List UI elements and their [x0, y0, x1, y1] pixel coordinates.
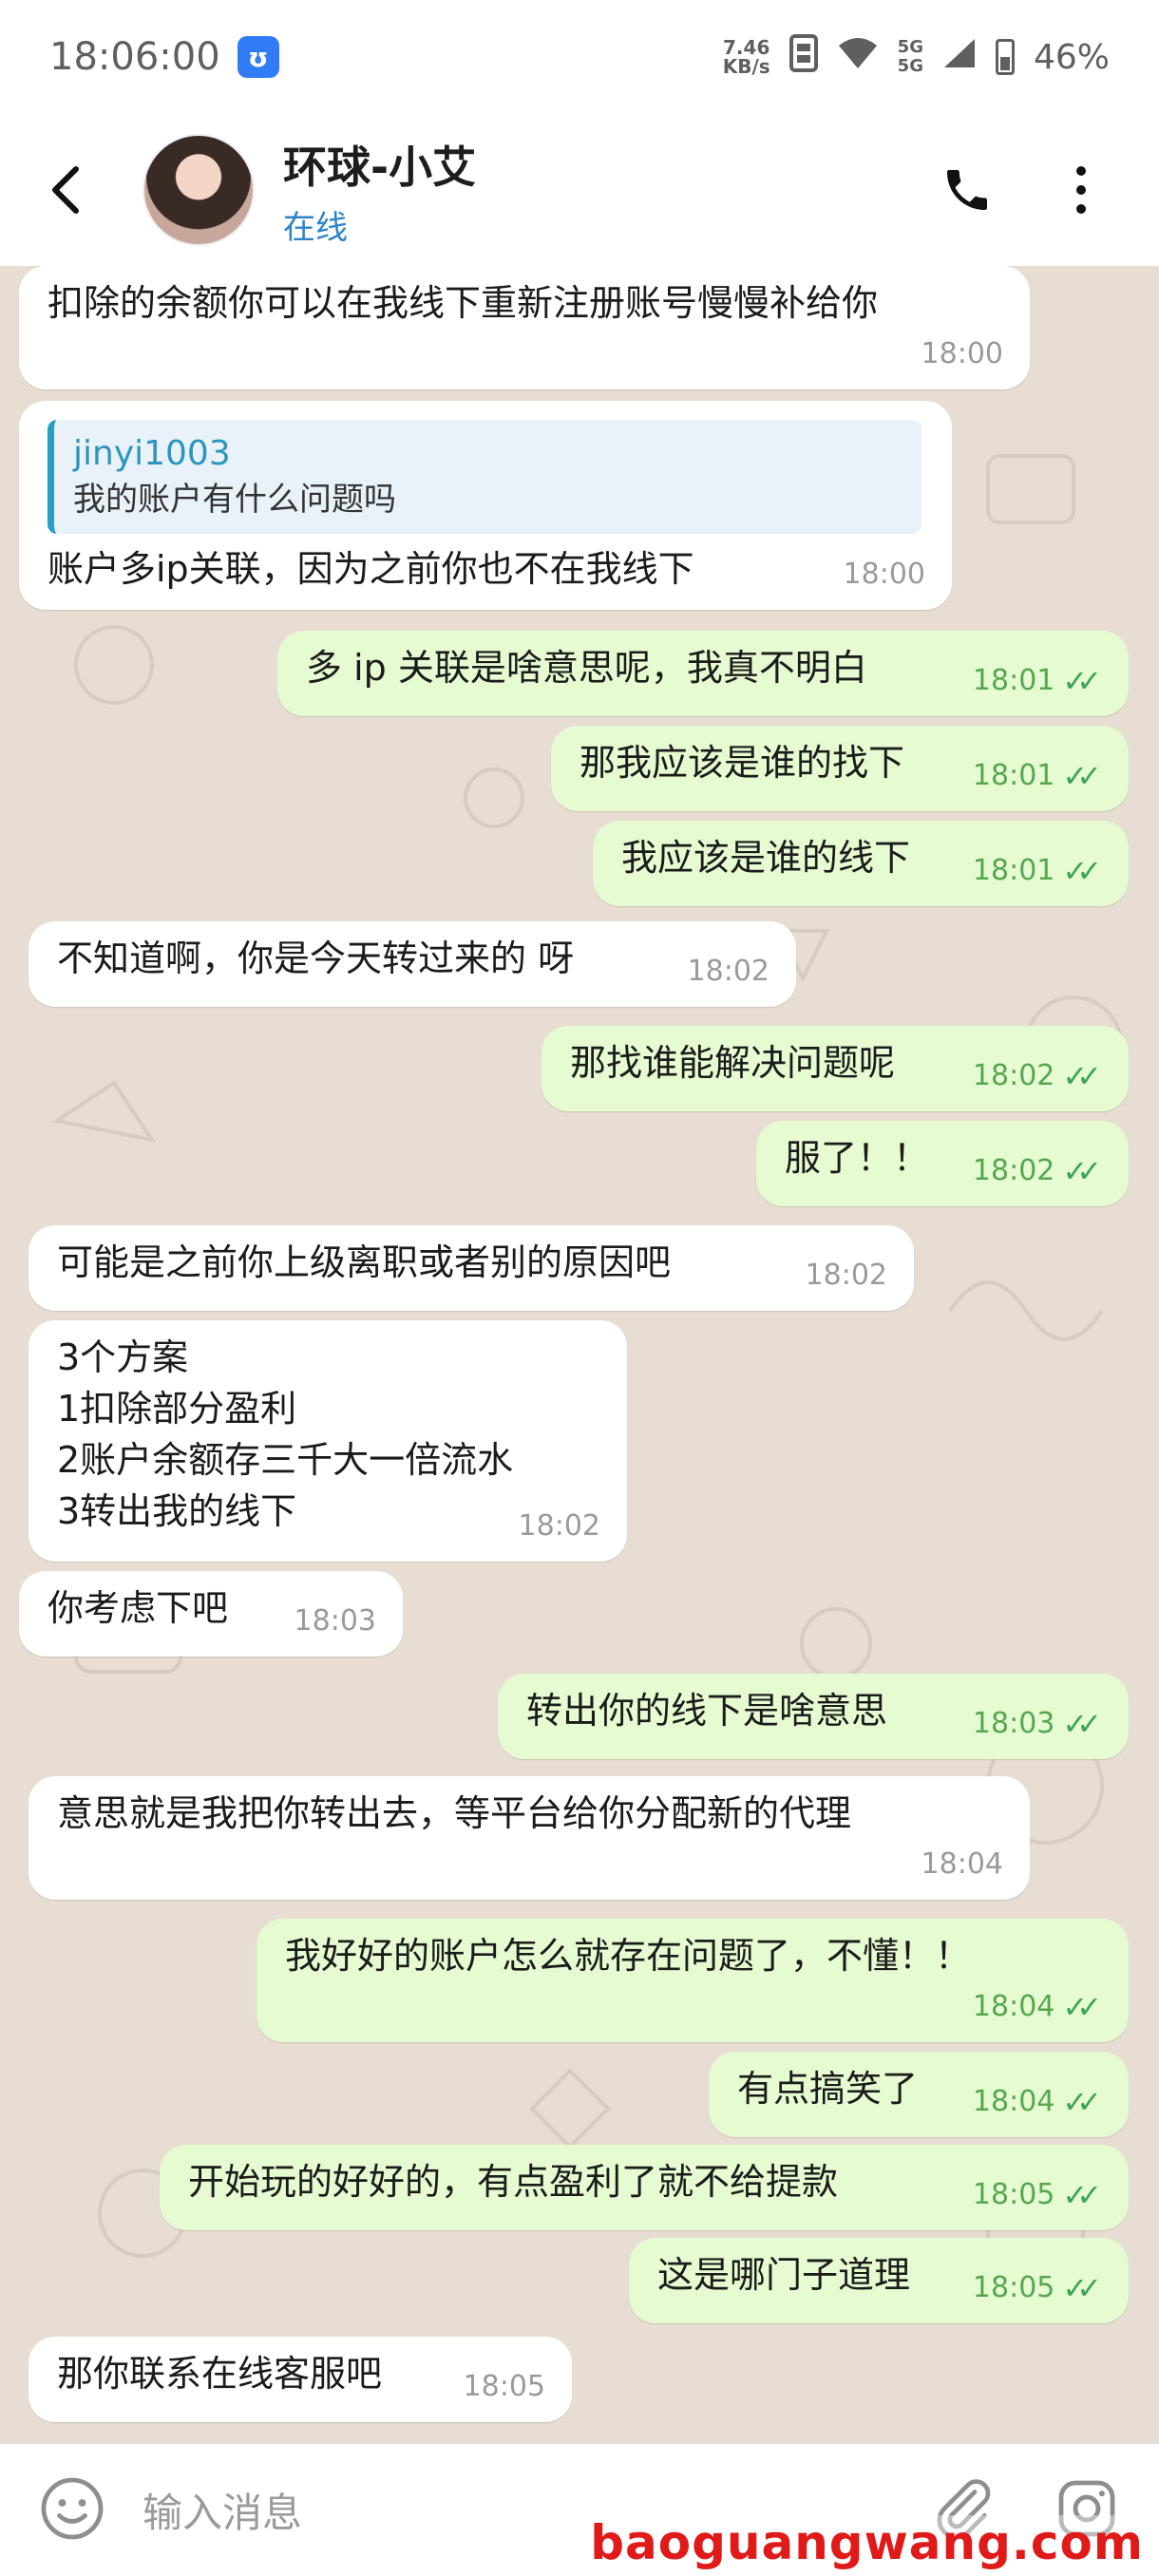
message-outgoing[interactable]: 那我应该是谁的找下 18:01 ✓✓: [551, 726, 1129, 811]
message-time: 18:02: [805, 1259, 887, 1292]
message-text: 我好好的账户怎么就存在问题了，不懂！！: [285, 1935, 972, 1977]
network-speed: 7.46 KB/s: [723, 38, 770, 76]
input-bar: 输入消息 baoguangwang.com: [0, 2443, 1159, 2576]
message-text: 可能是之前你上级离职或者别的原因吧: [57, 1241, 672, 1283]
message-incoming[interactable]: 意思就是我把你转出去，等平台给你分配新的代理 18:04: [28, 1776, 1030, 1900]
network-b: 5G: [897, 56, 923, 76]
message-time: 18:01: [972, 664, 1055, 697]
message-text: 不知道啊，你是今天转过来的 呀: [57, 938, 575, 979]
app-notification-icon: ʊ: [237, 36, 279, 78]
message-time: 18:03: [294, 1604, 376, 1638]
double-check-icon: ✓✓: [1062, 2084, 1102, 2120]
message-outgoing[interactable]: 这是哪门子道理 18:05 ✓✓: [629, 2238, 1129, 2323]
signal-icon: [942, 37, 977, 78]
message-time: 18:01: [972, 854, 1055, 887]
message-outgoing[interactable]: 那找谁能解决问题呢 18:02 ✓✓: [542, 1026, 1129, 1111]
message-outgoing[interactable]: 转出你的线下是啥意思 18:03 ✓✓: [498, 1674, 1129, 1759]
contact-info[interactable]: 环球-小艾 在线: [283, 133, 476, 248]
message-incoming[interactable]: 可能是之前你上级离职或者别的原因吧 18:02: [28, 1225, 914, 1311]
double-check-icon: ✓✓: [1062, 2270, 1102, 2306]
watermark: baoguangwang.com: [590, 2515, 1144, 2570]
double-check-icon: ✓✓: [1062, 1989, 1102, 2025]
quoted-text: 我的账户有什么问题吗: [73, 481, 396, 519]
message-time: 18:02: [972, 1059, 1055, 1092]
network-a: 5G: [897, 37, 923, 57]
double-check-icon: ✓✓: [1062, 2177, 1102, 2213]
contact-status: 在线: [283, 208, 348, 247]
double-check-icon: ✓✓: [1062, 1706, 1102, 1742]
message-time: 18:04: [972, 2085, 1055, 2118]
battery-percent: 46%: [1033, 37, 1110, 77]
message-incoming[interactable]: 不知道啊，你是今天转过来的 呀 18:02: [28, 921, 796, 1007]
message-incoming[interactable]: 你考虑下吧 18:03: [19, 1571, 403, 1657]
message-incoming[interactable]: 3个方案 1扣除部分盈利 2账户余额存三千大一倍流水 3转出我的线下 18:02: [28, 1320, 627, 1562]
message-list[interactable]: 扣除的余额你可以在我线下重新注册账号慢慢补给你 18:00 jinyi1003 …: [0, 266, 1159, 2443]
contact-name: 环球-小艾: [283, 141, 477, 193]
avatar[interactable]: [142, 134, 255, 246]
double-check-icon: ✓✓: [1062, 853, 1102, 889]
message-outgoing[interactable]: 多 ip 关联是啥意思呢，我真不明白 18:01 ✓✓: [277, 631, 1129, 716]
message-incoming[interactable]: 那你联系在线客服吧 18:05: [28, 2337, 572, 2422]
message-text: 扣除的余额你可以在我线下重新注册账号慢慢补给你: [48, 282, 879, 324]
message-time: 18:02: [518, 1509, 600, 1543]
message-outgoing[interactable]: 我应该是谁的线下 18:01 ✓✓: [593, 821, 1129, 906]
message-time: 18:02: [972, 1154, 1055, 1187]
message-time: 18:00: [921, 337, 1003, 370]
message-outgoing[interactable]: 我好好的账户怎么就存在问题了，不懂！！ 18:04 ✓✓: [256, 1919, 1129, 2042]
message-time: 18:05: [463, 2370, 545, 2403]
message-time: 18:00: [843, 558, 925, 591]
message-time: 18:05: [972, 2271, 1055, 2304]
chat-header: 环球-小艾 在线: [0, 114, 1159, 266]
emoji-icon[interactable]: [38, 2474, 106, 2547]
message-time: 18:04: [972, 1990, 1055, 2023]
double-check-icon: ✓✓: [1062, 758, 1102, 794]
message-time: 18:05: [972, 2178, 1055, 2211]
message-time: 18:01: [972, 759, 1055, 792]
message-text: 意思就是我把你转出去，等平台给你分配新的代理: [57, 1792, 852, 1834]
phone-icon[interactable]: [937, 160, 998, 220]
message-outgoing[interactable]: 服了！！ 18:02 ✓✓: [756, 1121, 1129, 1206]
message-incoming[interactable]: jinyi1003 我的账户有什么问题吗 账户多ip关联，因为之前你也不在我线下…: [19, 401, 952, 610]
message-text: 3个方案 1扣除部分盈利 2账户余额存三千大一倍流水 3转出我的线下: [57, 1336, 514, 1532]
message-time: 18:02: [687, 955, 770, 988]
message-time: 18:03: [972, 1707, 1055, 1740]
quoted-user: jinyi1003: [73, 434, 231, 473]
message-outgoing[interactable]: 有点搞笑了 18:04 ✓✓: [709, 2052, 1129, 2137]
message-outgoing[interactable]: 开始玩的好好的，有点盈利了就不给提款 18:05 ✓✓: [160, 2145, 1129, 2230]
clock: 18:06:00: [49, 35, 220, 79]
wifi-icon: [837, 36, 879, 79]
battery-icon: [995, 39, 1015, 75]
message-time: 18:04: [921, 1847, 1003, 1881]
status-bar: 18:06:00 ʊ 7.46 KB/s 5G 5G 46%: [0, 0, 1159, 114]
message-incoming[interactable]: 扣除的余额你可以在我线下重新注册账号慢慢补给你 18:00: [19, 266, 1030, 389]
more-vert-icon[interactable]: [1051, 160, 1112, 220]
double-check-icon: ✓✓: [1062, 1153, 1102, 1189]
double-check-icon: ✓✓: [1062, 1058, 1102, 1094]
double-check-icon: ✓✓: [1062, 663, 1102, 699]
message-text: 账户多ip关联，因为之前你也不在我线下: [48, 548, 694, 590]
speed-unit: KB/s: [722, 55, 770, 78]
quoted-message[interactable]: jinyi1003 我的账户有什么问题吗: [48, 420, 922, 534]
message-text: 开始玩的好好的，有点盈利了就不给提款: [188, 2161, 839, 2203]
speed-value: 7.46: [723, 36, 770, 59]
network-type: 5G 5G: [898, 38, 923, 76]
back-icon[interactable]: [28, 152, 104, 228]
sim-icon: [788, 33, 818, 81]
